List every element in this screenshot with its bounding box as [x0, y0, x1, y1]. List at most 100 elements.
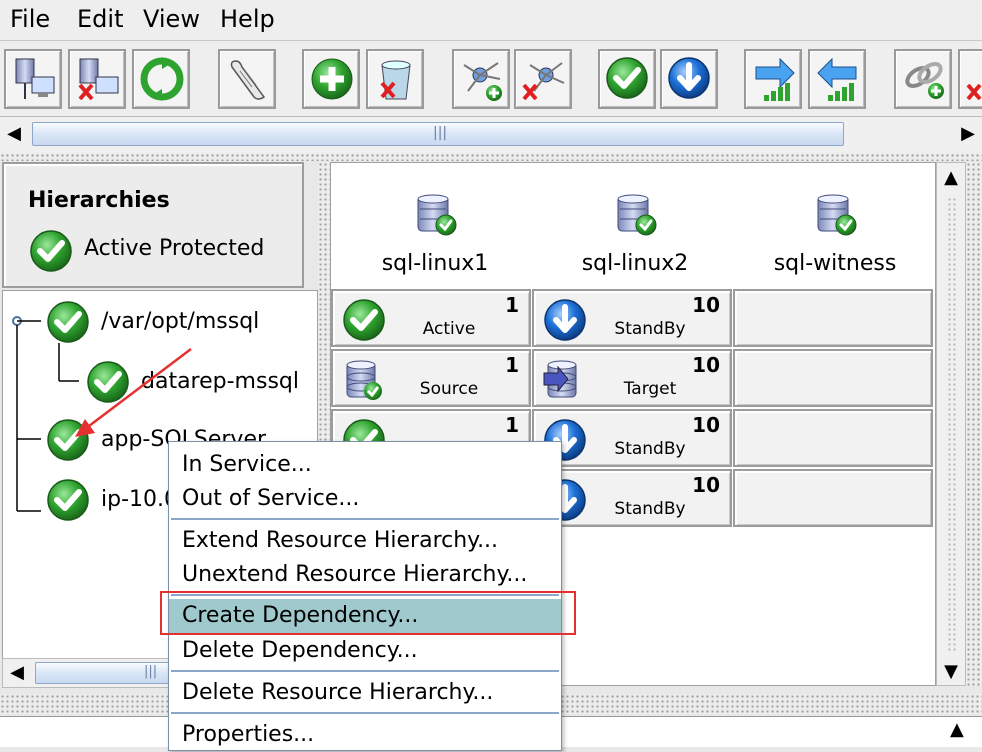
refresh-button[interactable] — [132, 49, 190, 109]
priority: 10 — [692, 353, 720, 377]
grid-cell[interactable] — [733, 289, 933, 347]
state-label: StandBy — [614, 439, 686, 459]
create-resource-button[interactable] — [302, 49, 360, 109]
grid-vertical-scrollbar[interactable]: ▲ ▼ — [936, 162, 966, 686]
target-db-icon — [543, 360, 577, 398]
delete-dependency-button[interactable] — [958, 49, 982, 109]
delete-dependency-icon — [966, 83, 982, 101]
grid-cell[interactable]: 10 StandBy — [532, 289, 732, 347]
scroll-right-arrow-icon[interactable]: ▶ — [954, 117, 982, 151]
toolbar-scrollbar[interactable]: ◀ ||| ▶ — [0, 116, 982, 154]
menu-help[interactable]: Help — [220, 4, 275, 34]
create-dependency-button[interactable] — [894, 49, 952, 109]
priority: 1 — [505, 353, 519, 377]
server-icon — [816, 193, 858, 237]
refresh-icon — [140, 57, 184, 101]
menu-properties[interactable]: Properties... — [169, 718, 561, 752]
connect-server-button[interactable] — [4, 49, 62, 109]
menu-bar: File Edit View Help — [0, 0, 982, 40]
menu-file[interactable]: File — [10, 4, 50, 34]
grid-cell[interactable]: 10 StandBy — [532, 409, 732, 467]
in-service-button[interactable] — [598, 49, 656, 109]
standby-arrow-icon — [542, 297, 588, 343]
state-label: StandBy — [614, 319, 686, 339]
server-name[interactable]: sql-witness — [735, 251, 935, 276]
annotation-arrow — [75, 348, 192, 437]
menu-separator — [171, 670, 559, 672]
bottom-scroll-up-icon[interactable]: ▲ — [950, 719, 964, 740]
menu-edit[interactable]: Edit — [77, 4, 123, 34]
menu-out-of-service[interactable]: Out of Service... — [169, 482, 561, 516]
in-service-icon — [604, 55, 652, 103]
toolbar — [0, 40, 982, 116]
state-label: Target — [623, 379, 677, 399]
grid-cell[interactable] — [733, 469, 933, 527]
grid-cell[interactable]: 1 Source — [331, 349, 531, 407]
disconnect-server-button[interactable] — [68, 49, 126, 109]
priority: 10 — [692, 413, 720, 437]
connect-server-icon — [15, 58, 55, 99]
priority: 1 — [505, 293, 519, 317]
disconnect-server-icon — [78, 58, 119, 101]
delete-comm-path-button[interactable] — [808, 49, 866, 109]
delete-resource-button[interactable] — [366, 49, 424, 109]
extend-hierarchy-icon — [463, 62, 502, 101]
state-label: Active — [422, 319, 476, 339]
grid-cell[interactable]: 10 Target — [532, 349, 732, 407]
menu-delete-dependency[interactable]: Delete Dependency... — [169, 634, 561, 668]
hierarchies-status: Active Protected — [84, 236, 265, 261]
server-column-sql-witness — [735, 191, 935, 241]
server-name[interactable]: sql-linux2 — [535, 251, 735, 276]
grid-cell[interactable] — [733, 349, 933, 407]
toolbar-scroll-thumb[interactable]: ||| — [32, 122, 844, 146]
server-column-sql-linux1 — [335, 191, 535, 241]
grid-cell[interactable]: 10 StandBy — [532, 469, 732, 527]
check-icon — [45, 477, 91, 523]
menu-separator — [171, 518, 559, 520]
server-icon — [616, 193, 658, 237]
menu-unextend-hierarchy[interactable]: Unextend Resource Hierarchy... — [169, 558, 561, 592]
server-column-sql-linux2 — [535, 191, 735, 241]
menu-view[interactable]: View — [143, 4, 200, 34]
splitter-top — [0, 153, 982, 161]
state-label: StandBy — [614, 499, 686, 519]
menu-delete-hierarchy[interactable]: Delete Resource Hierarchy... — [169, 676, 561, 710]
create-comm-path-button[interactable] — [744, 49, 802, 109]
create-comm-path-icon — [755, 57, 795, 101]
scroll-down-arrow-icon[interactable]: ▼ — [937, 657, 965, 687]
grid-cell[interactable] — [733, 409, 933, 467]
right-edge — [966, 162, 982, 686]
priority: 10 — [692, 293, 720, 317]
create-dependency-icon — [905, 62, 944, 99]
menu-extend-hierarchy[interactable]: Extend Resource Hierarchy... — [169, 524, 561, 558]
unextend-hierarchy-icon — [522, 62, 565, 101]
priority: 1 — [505, 413, 519, 437]
server-icon — [416, 193, 458, 237]
extend-hierarchy-button[interactable] — [452, 49, 510, 109]
out-of-service-button[interactable] — [660, 49, 718, 109]
annotation-highlight-box — [160, 591, 576, 635]
check-icon — [45, 299, 91, 345]
delete-comm-path-icon — [817, 57, 857, 101]
scroll-left-arrow-icon[interactable]: ◀ — [0, 117, 28, 151]
view-log-button[interactable] — [218, 49, 276, 109]
hierarchies-header: Hierarchies Active Protected — [2, 162, 304, 288]
server-name[interactable]: sql-linux1 — [335, 251, 535, 276]
state-label: Source — [419, 379, 479, 399]
tree-scroll-left-icon[interactable]: ◀ — [3, 659, 31, 687]
out-of-service-icon — [666, 55, 714, 103]
scroll-up-arrow-icon[interactable]: ▲ — [937, 163, 965, 193]
create-resource-icon — [311, 58, 353, 100]
source-db-icon — [346, 360, 382, 400]
grid-cell[interactable]: 1 Active — [331, 289, 531, 347]
scroll-track[interactable] — [947, 197, 957, 651]
delete-resource-icon — [380, 60, 411, 100]
tree-scroll-thumb[interactable]: ||| — [35, 662, 175, 684]
log-scroll-icon — [230, 60, 266, 100]
unextend-hierarchy-button[interactable] — [514, 49, 572, 109]
priority: 10 — [692, 473, 720, 497]
menu-in-service[interactable]: In Service... — [169, 448, 561, 482]
tree-item-var-opt-mssql[interactable]: /var/opt/mssql — [3, 297, 319, 345]
active-protected-check-icon — [28, 228, 74, 274]
hierarchies-title: Hierarchies — [28, 188, 170, 213]
